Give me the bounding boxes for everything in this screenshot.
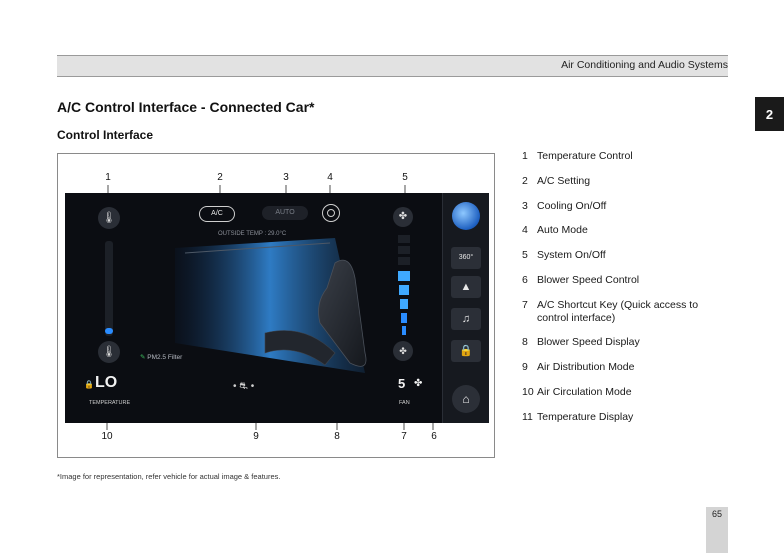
view-360-button[interactable]: 360°: [451, 247, 481, 269]
running-header: Air Conditioning and Audio Systems: [57, 55, 728, 77]
temp-lock-icon: 🔒: [84, 380, 94, 389]
pm-filter-label: ✎ PM2.5 Filter: [140, 353, 182, 361]
chapter-tab: 2: [755, 97, 784, 131]
right-shortcut-panel: 360° ▲ ♫ 🔒 ⌂: [442, 193, 489, 423]
home-icon[interactable]: ⌂: [452, 385, 480, 413]
power-icon[interactable]: [322, 204, 340, 222]
blower-speed-display: [398, 235, 410, 335]
auto-button[interactable]: AUTO: [262, 206, 308, 220]
ac-control-screen: 🌡 🌡 A/C AUTO OUTSIDE TEMP : 29.0°C ✤ ✤ ✎…: [65, 193, 489, 423]
music-icon[interactable]: ♫: [451, 308, 481, 330]
outside-temp-text: OUTSIDE TEMP : 29.0°C: [218, 231, 287, 237]
air-distribution-icon[interactable]: • ⛐ •: [233, 381, 254, 394]
navigation-up-icon[interactable]: ▲: [451, 276, 481, 298]
lock-icon[interactable]: 🔒: [451, 340, 481, 362]
section-header-text: Air Conditioning and Audio Systems: [561, 59, 728, 71]
ac-button[interactable]: A/C: [199, 206, 235, 222]
page-number: 65: [711, 509, 722, 519]
footnote: *Image for representation, refer vehicle…: [57, 472, 281, 481]
temp-up-icon[interactable]: 🌡: [98, 207, 120, 229]
fan-speed-value: 5: [398, 376, 406, 391]
fan-up-icon[interactable]: ✤: [393, 207, 413, 227]
temperature-slider-thumb[interactable]: [105, 328, 113, 334]
temperature-slider-track[interactable]: [105, 241, 113, 336]
section-subtitle: Control Interface: [57, 128, 154, 142]
figure-frame: 1 2 3 4 5 10 9 8 7 6 🌡 🌡 A/C AUTO OUTSID…: [57, 153, 495, 458]
leaf-icon: ✎: [140, 354, 146, 361]
temperature-label: TEMPERATURE: [89, 400, 131, 406]
page-title: A/C Control Interface - Connected Car*: [57, 99, 315, 115]
fan-label: FAN: [399, 400, 410, 406]
fan-icon: ✤: [414, 378, 423, 389]
temp-down-icon[interactable]: 🌡: [98, 341, 120, 363]
temperature-display: LO: [95, 374, 118, 391]
globe-icon[interactable]: [452, 202, 480, 230]
pm-filter-text: PM2.5 Filter: [147, 354, 183, 361]
fan-down-icon[interactable]: ✤: [393, 341, 413, 361]
